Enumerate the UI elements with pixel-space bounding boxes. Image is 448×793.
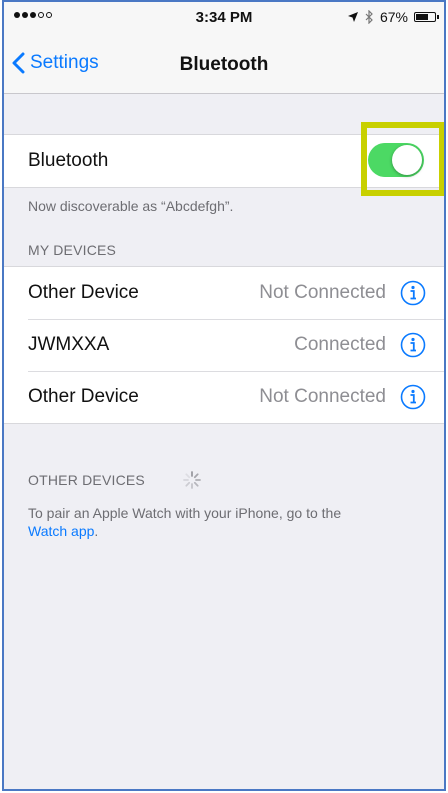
status-bar: 3:34 PM 67% xyxy=(4,2,444,34)
device-name: JWMXXA xyxy=(28,334,110,355)
other-devices-header: OTHER DEVICES xyxy=(28,471,201,489)
battery-percent: 67% xyxy=(379,9,408,25)
device-row[interactable]: Other Device Not Connected xyxy=(4,267,444,319)
info-icon[interactable] xyxy=(400,332,426,358)
apple-watch-note-text: To pair an Apple Watch with your iPhone,… xyxy=(28,505,342,521)
watch-app-link[interactable]: Watch app xyxy=(28,523,94,539)
device-row[interactable]: Other Device Not Connected xyxy=(4,371,444,423)
location-arrow-icon xyxy=(347,12,358,22)
device-status: Not Connected xyxy=(259,386,386,407)
battery-fill xyxy=(416,14,428,20)
highlight-annotation xyxy=(361,122,444,196)
apple-watch-note: To pair an Apple Watch with your iPhone,… xyxy=(28,504,420,540)
apple-watch-note-end: . xyxy=(94,523,99,539)
bluetooth-label: Bluetooth xyxy=(28,150,109,171)
info-icon[interactable] xyxy=(400,384,426,410)
device-status: Connected xyxy=(294,334,386,355)
info-icon[interactable] xyxy=(400,280,426,306)
device-status: Not Connected xyxy=(259,282,386,303)
discoverable-text: Now discoverable as “Abcdefgh”. xyxy=(28,198,234,214)
loading-spinner-icon xyxy=(183,471,201,489)
battery-icon xyxy=(414,12,439,22)
page-title: Bluetooth xyxy=(179,54,269,75)
my-devices-list: Other Device Not Connected JWMXXA Connec… xyxy=(4,266,444,424)
other-devices-header-label: OTHER DEVICES xyxy=(28,472,145,488)
device-name: Other Device xyxy=(28,282,139,303)
status-right: 67% xyxy=(347,9,439,25)
bluetooth-icon xyxy=(365,10,373,24)
device-row[interactable]: JWMXXA Connected xyxy=(4,319,444,371)
navigation-bar: Settings Bluetooth xyxy=(4,34,444,94)
my-devices-header: MY DEVICES xyxy=(28,242,117,258)
device-name: Other Device xyxy=(28,386,139,407)
screen-frame: 3:34 PM 67% Settings Bluetooth Bluetooth xyxy=(2,0,446,791)
